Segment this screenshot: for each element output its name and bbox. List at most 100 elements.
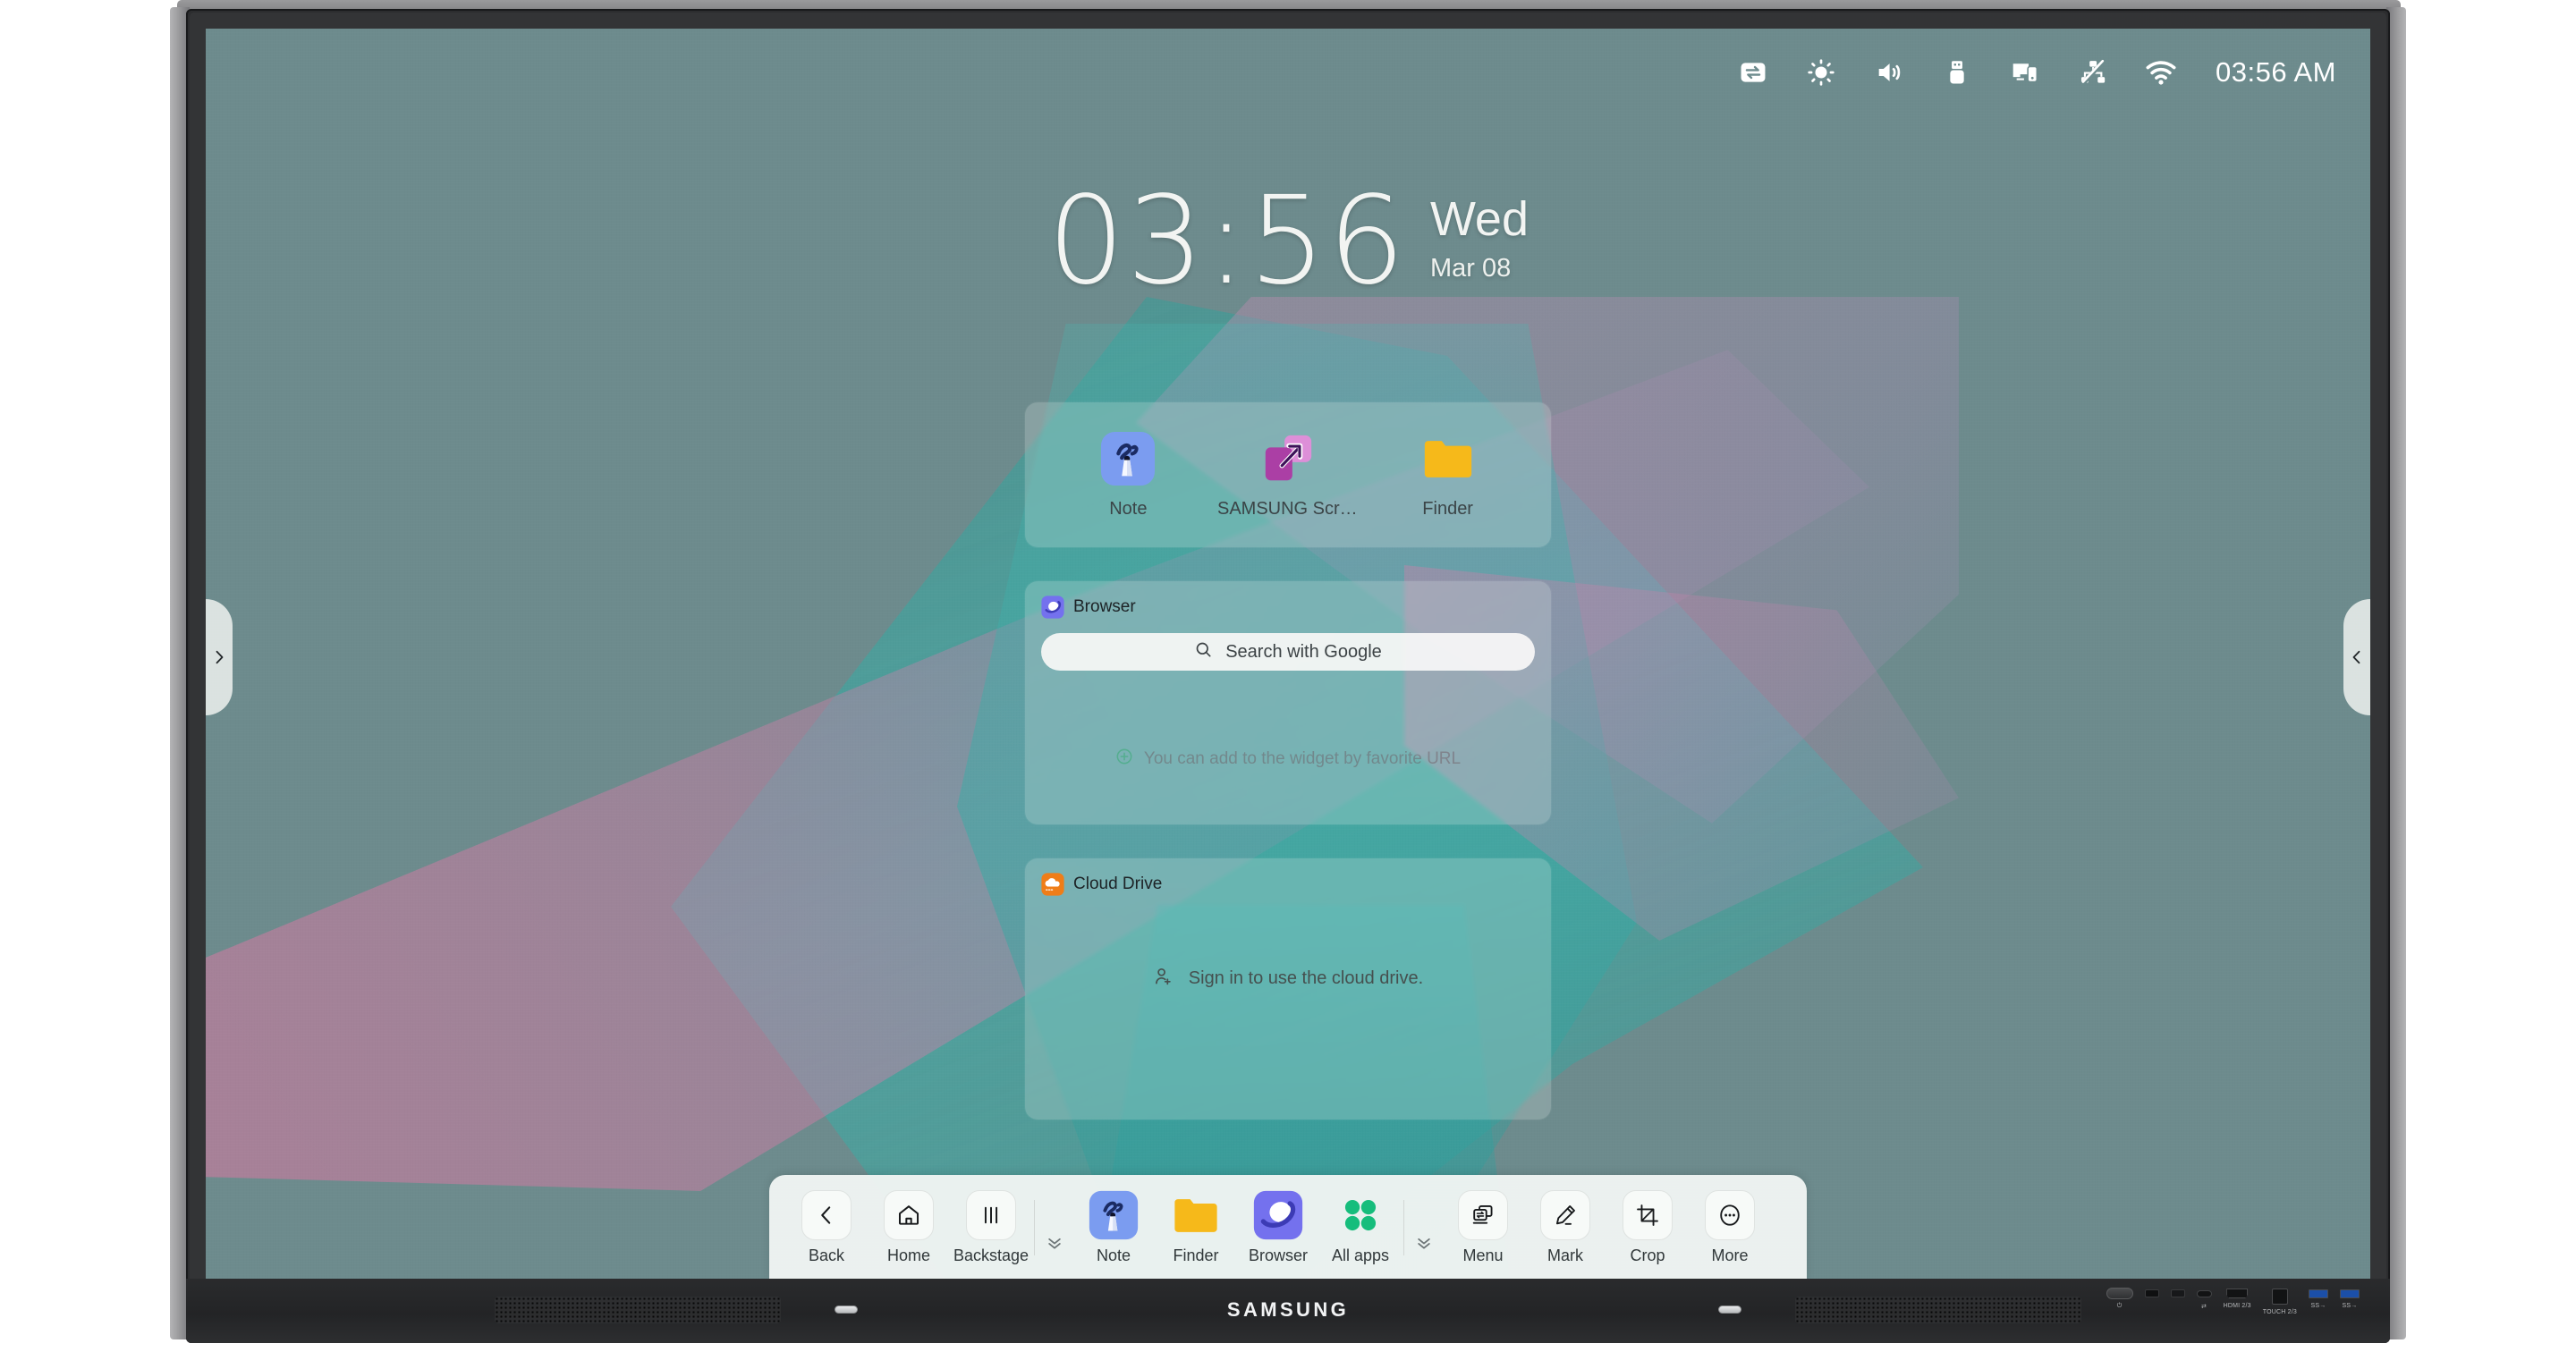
- dock-label: Browser: [1248, 1246, 1308, 1264]
- search-placeholder: Search with Google: [1225, 641, 1382, 662]
- browser-app-icon: [1253, 1190, 1303, 1240]
- left-edge-panel-handle[interactable]: [206, 599, 233, 715]
- double-chevron-down-icon: [1048, 1238, 1061, 1249]
- dock-label: More: [1711, 1246, 1749, 1264]
- cloud-signin-text: Sign in to use the cloud drive.: [1188, 968, 1424, 988]
- dock-all-apps[interactable]: All apps: [1319, 1183, 1402, 1272]
- dock-label: Backstage: [953, 1246, 1030, 1264]
- samsung-logo: SAMSUNG: [1226, 1298, 1350, 1321]
- dock-button-menu[interactable]: Menu: [1442, 1183, 1524, 1272]
- clock-widget[interactable]: 03:56 Wed Mar 08: [206, 181, 2370, 302]
- finder-app-icon: [1420, 431, 1476, 486]
- add-user-icon: [1153, 966, 1174, 992]
- status-bar: 03:56 AM: [1736, 29, 2351, 116]
- dock-label: All apps: [1331, 1246, 1390, 1264]
- dock-button-backstage[interactable]: Backstage: [950, 1183, 1032, 1272]
- dock-button-home[interactable]: Home: [868, 1183, 950, 1272]
- shortcut-samsung-screen[interactable]: SAMSUNG Screen...: [1216, 431, 1360, 520]
- all-apps-icon: [1335, 1190, 1385, 1240]
- usb-c-port: ⇄: [2196, 1288, 2212, 1310]
- usb-c-label: ⇄: [2201, 1304, 2207, 1310]
- dock-label: Crop: [1630, 1246, 1665, 1264]
- sd-card-slot: [2170, 1288, 2185, 1303]
- chevron-left-icon: [2352, 650, 2360, 664]
- wifi-icon[interactable]: [2144, 55, 2178, 89]
- usb-drive-icon[interactable]: [1940, 55, 1974, 89]
- dock-button-more[interactable]: More: [1689, 1183, 1771, 1272]
- hdmi-label: HDMI 2/3: [2223, 1303, 2251, 1309]
- touch-usb-b-port: TOUCH 2/3: [2263, 1288, 2297, 1315]
- add-favorite-url-text: You can add to the widget by favorite UR…: [1143, 748, 1462, 768]
- usb-a-port-2: SS→: [2340, 1288, 2360, 1309]
- usb-a-port-1: SS→: [2309, 1288, 2328, 1309]
- device-bottom-bezel: SAMSUNG ⏻ ⇄ HDMI 2/3 TOUCH 2/3 SS→ SS→: [186, 1279, 2390, 1343]
- pen-mark-icon: [1540, 1190, 1590, 1240]
- cloud-widget-header: Cloud Drive: [1041, 873, 1535, 896]
- network-disconnected-icon[interactable]: [2076, 55, 2110, 89]
- dock-separator: [1034, 1200, 1035, 1255]
- dock-label: Finder: [1173, 1246, 1219, 1264]
- dock-app-finder[interactable]: Finder: [1155, 1183, 1237, 1272]
- dock-app-note[interactable]: Note: [1072, 1183, 1155, 1272]
- add-favorite-url-hint[interactable]: You can add to the widget by favorite UR…: [1025, 748, 1551, 770]
- clock-weekday: Wed: [1429, 192, 1529, 246]
- browser-widget: Browser Search with Google You can add t…: [1025, 581, 1551, 824]
- crop-icon: [1623, 1190, 1673, 1240]
- samsung-screen-app-icon: [1260, 431, 1316, 486]
- volume-icon[interactable]: [1872, 55, 1906, 89]
- finder-app-icon: [1171, 1190, 1221, 1240]
- hdmi-port: HDMI 2/3: [2224, 1288, 2251, 1309]
- status-bar-clock: 03:56 AM: [2216, 56, 2336, 88]
- touch-label: TOUCH 2/3: [2262, 1309, 2297, 1315]
- shortcut-label: Note: [1109, 498, 1148, 519]
- shortcut-finder[interactable]: Finder: [1377, 431, 1520, 520]
- shortcut-note[interactable]: Note: [1056, 431, 1199, 520]
- speaker-grille-left: [495, 1297, 781, 1323]
- sensor-right: [1718, 1306, 1741, 1314]
- dock-collapse-nav-button[interactable]: [1037, 1183, 1072, 1272]
- search-input[interactable]: Search with Google: [1041, 633, 1535, 671]
- clock-time: 03:56: [1047, 171, 1407, 312]
- usb-a-2-label: SS→: [2342, 1303, 2358, 1309]
- cloud-widget-title: Cloud Drive: [1073, 875, 1163, 893]
- dock-button-crop[interactable]: Crop: [1606, 1183, 1689, 1272]
- bottom-dock: Back Home Backstage Note Finder Browser …: [769, 1175, 1807, 1280]
- sensor-left: [835, 1306, 858, 1314]
- dock-label: Back: [808, 1246, 845, 1264]
- double-chevron-down-icon: [1418, 1238, 1430, 1249]
- power-button[interactable]: ⏻: [2106, 1288, 2133, 1310]
- home-icon: [884, 1190, 934, 1240]
- note-app-icon: [1100, 431, 1156, 486]
- browser-widget-header: Browser: [1041, 596, 1535, 619]
- cloud-drive-widget: Cloud Drive Sign in to use the cloud dri…: [1025, 858, 1551, 1120]
- dock-label: Mark: [1547, 1246, 1583, 1264]
- dock-button-back[interactable]: Back: [785, 1183, 868, 1272]
- plus-circle-icon: [1115, 748, 1133, 770]
- speaker-grille-right: [1795, 1297, 2081, 1323]
- right-edge-panel-handle[interactable]: [2343, 599, 2370, 715]
- dock-label: Home: [886, 1246, 930, 1264]
- shortcut-label: SAMSUNG Screen...: [1216, 498, 1359, 519]
- backstage-icon: [966, 1190, 1016, 1240]
- cloud-drive-app-icon: [1041, 873, 1064, 896]
- screen-share-icon[interactable]: [2008, 55, 2042, 89]
- chevron-right-icon: [216, 650, 224, 664]
- dock-app-browser[interactable]: Browser: [1237, 1183, 1319, 1272]
- display-screen: 03:56 AM 03:56 Wed Mar 08 Note SAMSUNG S…: [206, 29, 2370, 1280]
- menu-window-icon: [1458, 1190, 1508, 1240]
- clock-date: Mar 08: [1429, 254, 1512, 283]
- cloud-signin-prompt[interactable]: Sign in to use the cloud drive.: [1025, 966, 1551, 992]
- interactive-display-device: 03:56 AM 03:56 Wed Mar 08 Note SAMSUNG S…: [170, 0, 2406, 1352]
- dock-label: Note: [1096, 1246, 1131, 1264]
- browser-widget-title: Browser: [1073, 597, 1136, 616]
- brightness-icon[interactable]: [1804, 55, 1838, 89]
- dock-separator: [1403, 1200, 1404, 1255]
- blank-slot: [2144, 1288, 2159, 1303]
- usb-a-1-label: SS→: [2310, 1303, 2326, 1309]
- dock-button-mark[interactable]: Mark: [1524, 1183, 1606, 1272]
- source-switch-icon[interactable]: [1736, 55, 1770, 89]
- dock-collapse-apps-button[interactable]: [1406, 1183, 1442, 1272]
- note-app-icon: [1089, 1190, 1139, 1240]
- search-icon: [1194, 640, 1213, 663]
- shortcut-label: Finder: [1422, 498, 1473, 519]
